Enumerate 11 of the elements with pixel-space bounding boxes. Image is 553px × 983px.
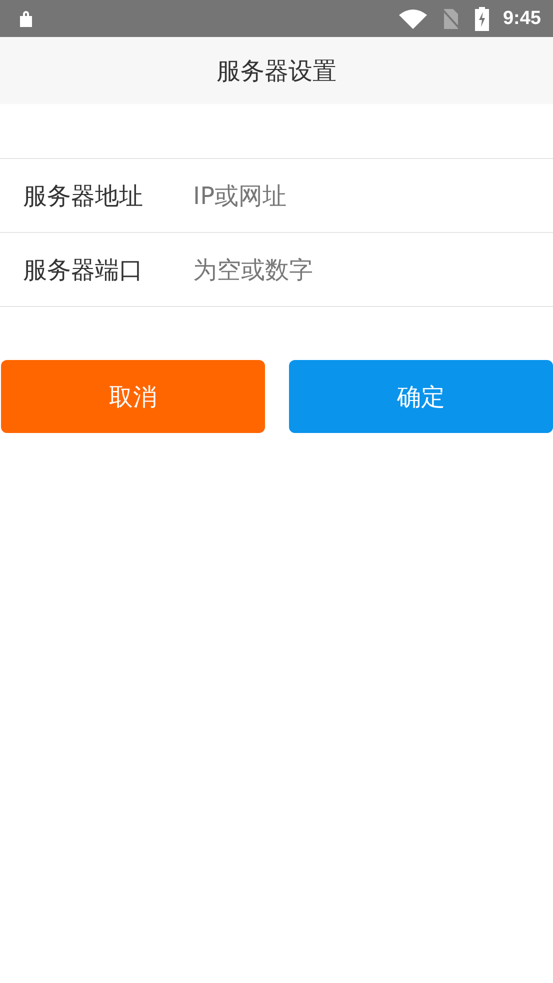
battery-charging-icon (474, 6, 489, 30)
page-title: 服务器设置 (216, 56, 336, 86)
field-label: 服务器地址 (23, 180, 144, 212)
confirm-button[interactable]: 确定 (289, 360, 553, 433)
shopping-bag-icon (18, 10, 34, 28)
wifi-icon (398, 8, 427, 28)
cancel-button[interactable]: 取消 (1, 360, 265, 433)
input-field[interactable]: IP或网址 (193, 182, 493, 210)
field-label: 服务器端口 (23, 254, 144, 286)
input-field[interactable]: 为空或数字 (193, 256, 493, 284)
clock-time: 9:45 (502, 8, 541, 30)
